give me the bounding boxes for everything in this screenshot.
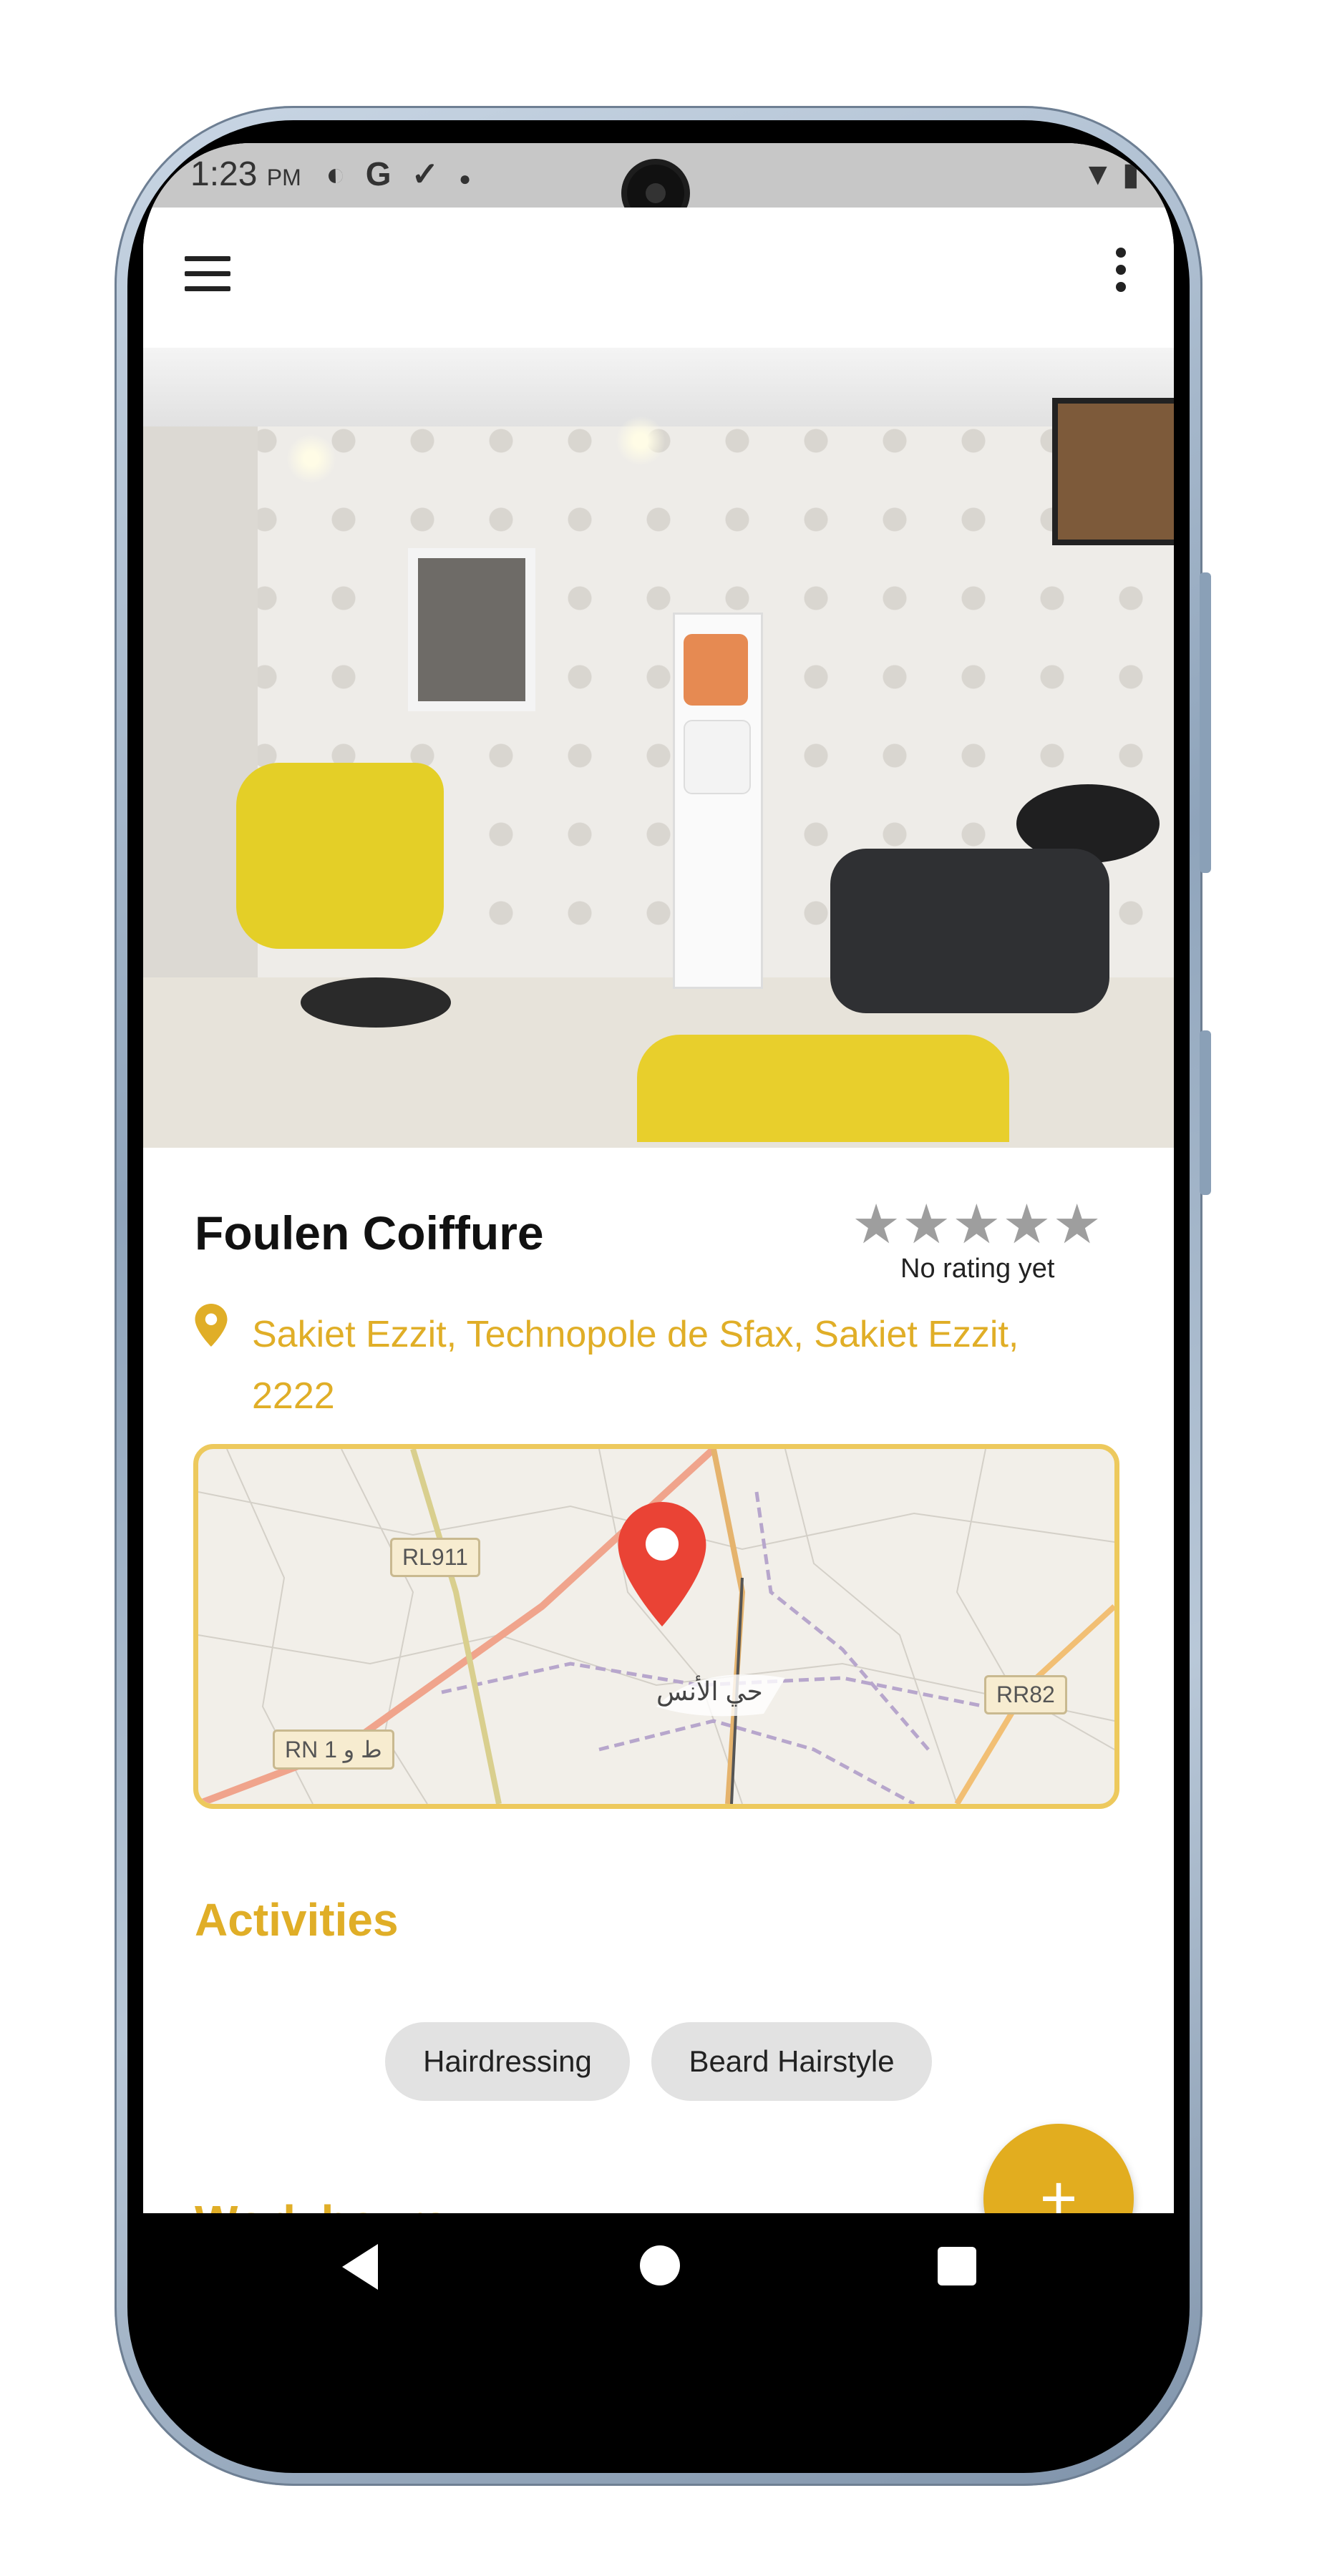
dot-icon: ● xyxy=(459,167,492,190)
wifi-icon: ▼ xyxy=(1082,157,1114,192)
road-label: RN 1 ط و xyxy=(273,1729,394,1770)
activity-chip[interactable]: Hairdressing xyxy=(385,2022,630,2101)
map-pin-icon[interactable] xyxy=(618,1502,706,1626)
location-map[interactable]: RL911 RR82 RN 1 ط و حي الأنس xyxy=(193,1444,1119,1809)
phone-screen: 1:23 PM ◐G✓● ▼ ▮ Foulen Coiffure ★★★★★ N… xyxy=(143,143,1174,2318)
hamburger-menu-icon[interactable] xyxy=(185,250,232,293)
salon-address[interactable]: Sakiet Ezzit, Technopole de Sfax, Sakiet… xyxy=(252,1304,1097,1427)
more-vert-icon[interactable] xyxy=(1107,243,1135,301)
back-icon[interactable] xyxy=(342,2244,378,2290)
google-icon: G xyxy=(365,155,412,192)
star-icon[interactable]: ★ xyxy=(902,1194,952,1255)
road-label: RR82 xyxy=(984,1675,1067,1714)
area-label: حي الأنس xyxy=(656,1677,763,1706)
activity-chip[interactable]: Beard Hairstyle xyxy=(651,2022,932,2101)
download-done-icon: ✓ xyxy=(411,155,460,192)
road-label: RL911 xyxy=(390,1538,480,1577)
star-icon[interactable]: ★ xyxy=(852,1194,902,1255)
star-icon[interactable]: ★ xyxy=(1053,1194,1103,1255)
rating-text: No rating yet xyxy=(900,1254,1055,1284)
power-button xyxy=(1200,1030,1211,1195)
location-pin-icon xyxy=(195,1304,228,1347)
data-saver-icon: ◐ xyxy=(326,155,366,192)
salon-photo xyxy=(143,348,1174,1148)
recent-apps-icon[interactable] xyxy=(938,2247,976,2285)
activities-title: Activities xyxy=(195,1894,399,1946)
star-icon[interactable]: ★ xyxy=(952,1194,1002,1255)
status-system-icons: ▼ ▮ xyxy=(1082,156,1139,192)
salon-name: Foulen Coiffure xyxy=(195,1206,544,1259)
status-notification-icons: ◐G✓● xyxy=(326,155,491,193)
home-icon[interactable] xyxy=(640,2245,680,2285)
star-icon[interactable]: ★ xyxy=(1002,1194,1052,1255)
system-nav-bar xyxy=(143,2213,1174,2318)
battery-charging-icon: ▮ xyxy=(1122,157,1139,192)
volume-button xyxy=(1200,572,1211,873)
status-time: 1:23 PM xyxy=(190,155,301,193)
rating-stars[interactable]: ★★★★★ xyxy=(852,1192,1103,1256)
app-bar xyxy=(143,208,1174,348)
